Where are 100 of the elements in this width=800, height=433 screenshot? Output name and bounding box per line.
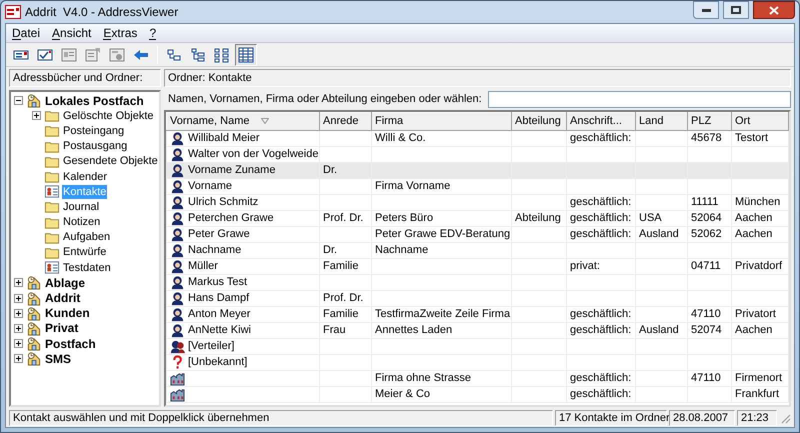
table-row[interactable]: Willibald Meier Willi & Co. geschäftlich: 45678 Testort <box>166 130 788 146</box>
mailbox-icon <box>26 351 42 366</box>
table-row[interactable]: AnNette Kiwi Frau Annettes Laden geschäftlich: Ausland 52074 Aachen <box>166 322 788 338</box>
collapse-icon[interactable] <box>14 96 23 106</box>
expand-icon[interactable] <box>14 324 23 333</box>
grid-icon <box>238 46 254 62</box>
tree-item[interactable]: Addrit <box>44 291 82 306</box>
minimize-button[interactable] <box>693 1 719 19</box>
table-cell: Ausland <box>639 324 679 336</box>
expand-icon[interactable] <box>32 111 41 120</box>
expand-icon[interactable] <box>14 294 23 303</box>
tree-item[interactable]: Kunden <box>44 306 91 320</box>
tree-item[interactable]: Testdaten <box>62 260 112 275</box>
table-cell: 52062 <box>691 228 722 240</box>
table-row[interactable]: Vorname Firma Vorname <box>166 178 788 194</box>
table-cell: Privatdorf <box>735 260 782 272</box>
table-row[interactable]: [Verteiler] <box>166 338 788 354</box>
table-row[interactable]: Hans Dampf Prof. Dr. <box>166 290 788 306</box>
table-row[interactable]: Vorname Zuname Dr. <box>166 162 788 178</box>
search-field[interactable] <box>488 91 791 108</box>
tree-item[interactable]: Lokales Postfach <box>44 94 145 108</box>
mailbox-icon <box>26 275 42 290</box>
tree-item[interactable]: Kalender <box>62 170 108 184</box>
table-cell: Prof. Dr. <box>323 292 364 304</box>
table-cell: Frau <box>323 324 346 336</box>
table-row[interactable]: Nachname Dr. Nachname <box>166 242 788 258</box>
column-header[interactable]: Land <box>636 112 688 130</box>
toolbar-button[interactable] <box>235 44 257 66</box>
mailbox-icon <box>26 93 42 108</box>
table-row[interactable]: Peterchen Grawe Prof. Dr. Peters Büro Abteilung geschäftlich: USA 52064 Aachen <box>166 210 788 226</box>
card-icon <box>109 46 125 62</box>
table-cell: Firma ohne Strasse <box>375 372 471 384</box>
expand-icon[interactable] <box>14 278 23 288</box>
status-time: 21:23 <box>737 410 777 426</box>
tree-item[interactable]: Postfach <box>44 336 97 351</box>
document-icon <box>85 46 101 62</box>
column-header[interactable]: Ort <box>732 112 788 130</box>
menu-item[interactable]: ? <box>149 25 156 41</box>
app-icon <box>5 5 21 19</box>
column-header[interactable]: Abteilung <box>512 112 566 130</box>
person-icon <box>170 275 185 289</box>
maximize-button[interactable] <box>723 1 749 19</box>
table-row[interactable]: Anton Meyer Familie TestfirmaZweite Zeile Firma geschäftlich: 47110 Privatort <box>166 306 788 322</box>
table-cell: geschäftlich: <box>570 228 632 240</box>
tree-item[interactable]: Aufgaben <box>62 230 112 244</box>
table-cell: Privatort <box>735 308 776 320</box>
tree-item[interactable]: Journal <box>62 200 100 214</box>
column-header[interactable]: Anrede <box>320 112 372 130</box>
column-header[interactable]: Vorname, Name <box>166 112 320 130</box>
tree-icon <box>190 46 206 62</box>
table-cell: geschäftlich: <box>570 196 632 208</box>
checkmark-icon <box>37 46 53 62</box>
menu-item[interactable]: Extras <box>103 25 138 41</box>
tree-item[interactable]: SMS <box>44 352 72 366</box>
tree-item[interactable]: Privat <box>44 321 80 336</box>
person-icon <box>170 179 185 193</box>
table-row[interactable]: Müller Familie privat: 04711 Privatdorf <box>166 258 788 274</box>
expand-icon[interactable] <box>14 339 23 348</box>
resize-grip-icon <box>779 412 791 424</box>
table-cell: Firmenort <box>735 372 782 384</box>
tree-item[interactable]: Posteingang <box>62 124 126 138</box>
table-row[interactable]: Ulrich Schmitz geschäftlich: 11111 München <box>166 194 788 210</box>
person-icon <box>170 323 185 337</box>
table-row[interactable]: [Unbekannt] <box>166 354 788 370</box>
table-cell: Nachname <box>375 244 428 256</box>
table-cell: USA <box>639 212 662 224</box>
mailbox-icon <box>26 336 42 352</box>
table-cell: Aachen <box>735 228 772 240</box>
table-row[interactable]: Walter von der Vogelweide <box>166 146 788 162</box>
table-row[interactable]: Markus Test <box>166 274 788 290</box>
table-row[interactable]: Peter Grawe Peter Grawe EDV-Beratung geschäftlich: Ausland 52062 Aachen <box>166 226 788 242</box>
tree-item[interactable]: Postausgang <box>62 139 128 154</box>
table-cell: Markus Test <box>188 275 248 289</box>
person-icon <box>170 147 185 161</box>
menu-item[interactable]: Ansicht <box>52 25 92 41</box>
table-cell: Firma Vorname <box>375 180 450 192</box>
table-cell: Nachname <box>188 243 242 257</box>
mailbox-icon <box>26 306 42 321</box>
column-header[interactable]: Firma <box>372 112 512 130</box>
table-cell: Frankfurt <box>735 388 780 400</box>
tree-item[interactable]: Ablage <box>44 276 86 290</box>
tree-item[interactable]: Gelöschte Objekte <box>62 108 154 123</box>
tree-item[interactable]: Gesendete Objekte <box>62 154 159 168</box>
expand-icon[interactable] <box>14 308 23 318</box>
person-icon <box>170 131 185 145</box>
expand-icon[interactable] <box>14 354 23 364</box>
panel-header: Ordner: Kontakte <box>164 69 791 87</box>
menu-item[interactable]: Datei <box>12 25 40 41</box>
table-row[interactable]: Firma ohne Strasse geschäftlich: 47110 Firmenort <box>166 370 788 386</box>
contact-card-icon <box>44 184 60 200</box>
tree-item[interactable]: Entwürfe <box>62 245 108 260</box>
contact-count: 17 Kontakte im Ordner <box>555 410 667 426</box>
tree-item[interactable]: Notizen <box>62 215 102 230</box>
column-header[interactable]: PLZ <box>688 112 732 130</box>
table-row[interactable]: Meier & Co geschäftlich: Frankfurt <box>166 386 788 402</box>
close-button[interactable] <box>753 1 795 19</box>
people-icon <box>170 339 185 353</box>
person-icon <box>170 259 185 273</box>
column-header[interactable]: Anschrift... <box>566 112 636 130</box>
table-cell: Vorname <box>188 179 232 193</box>
